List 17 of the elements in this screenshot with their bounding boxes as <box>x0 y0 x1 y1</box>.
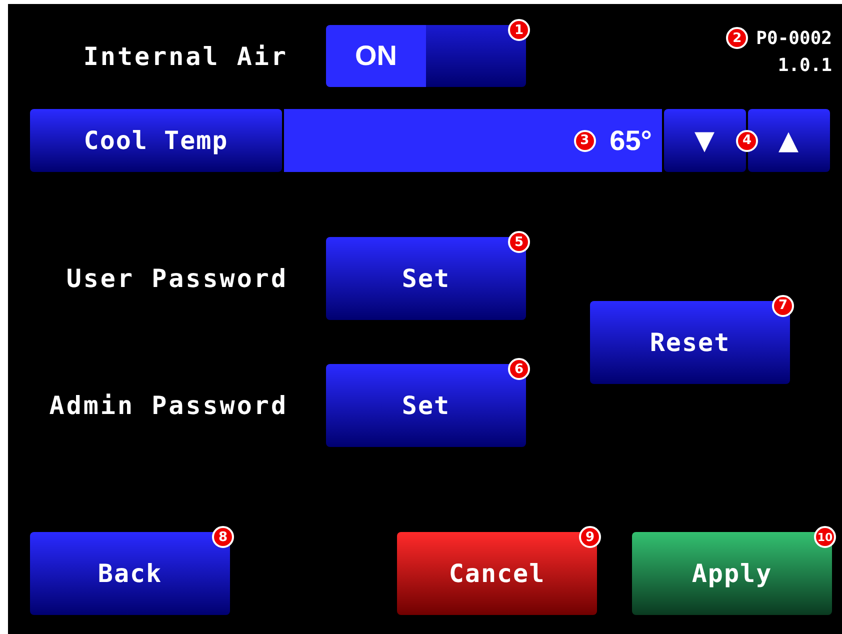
field-label: User Password <box>65 264 288 293</box>
callout-badge: 2 <box>726 27 748 49</box>
callout-badge: 7 <box>772 294 794 316</box>
field-label: Admin Password <box>48 391 288 420</box>
version-number: 1.0.1 <box>778 55 832 76</box>
callout-badge: 10 <box>814 526 836 548</box>
device-code: P0-0002 <box>756 28 832 48</box>
callout-badge: 5 <box>508 231 530 253</box>
cool-temp-button[interactable]: Cool Temp <box>30 109 282 172</box>
callout-badge: 8 <box>212 526 234 548</box>
callout-badge: 9 <box>579 526 601 548</box>
temperature-value: 65° <box>610 124 652 156</box>
callout-badge: 6 <box>508 358 530 380</box>
callout-badge: 1 <box>508 19 530 41</box>
field-label: Internal Air <box>82 42 288 70</box>
callout-badge: 3 <box>574 130 596 152</box>
toggle-state-label: ON <box>326 25 426 87</box>
